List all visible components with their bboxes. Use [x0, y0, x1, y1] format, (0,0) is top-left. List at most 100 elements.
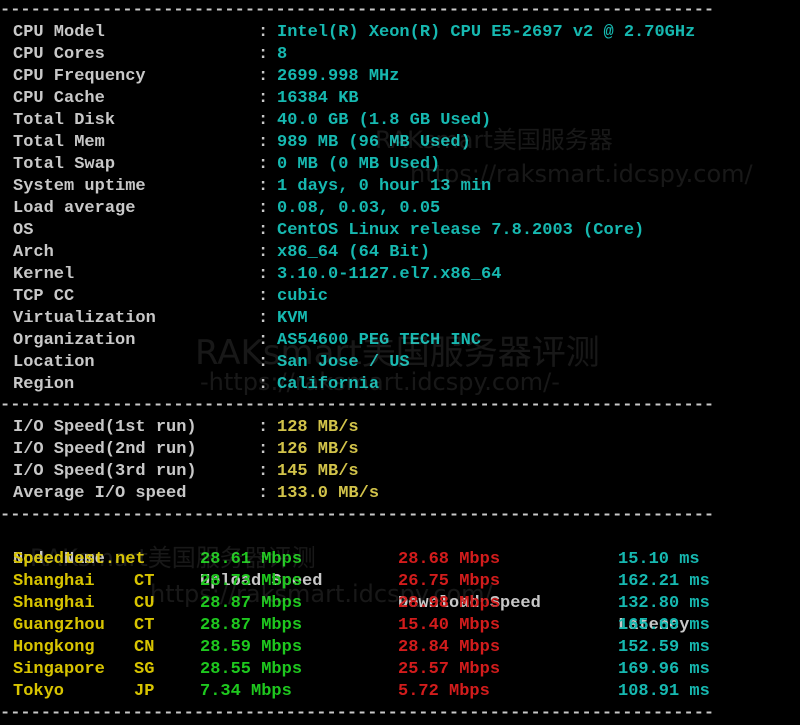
terminal-window: ----------------------------------------… [0, 0, 800, 723]
system-info-value: AS54600 PEG TECH INC [277, 331, 482, 350]
speedtest-node-name: Singapore [13, 660, 105, 679]
system-info-value: CentOS Linux release 7.8.2003 (Core) [277, 221, 645, 240]
system-info-label: Location [13, 353, 95, 372]
colon-separator: : [258, 375, 269, 394]
colon-separator: : [258, 45, 269, 64]
speedtest-node-location: SG [134, 660, 155, 679]
speedtest-header-row: Node Name Upload Speed Download Speed La… [13, 527, 689, 635]
speedtest-upload-value: 28.59 Mbps [200, 638, 303, 657]
speedtest-upload-value: 28.55 Mbps [200, 660, 303, 679]
speedtest-download-value: 5.72 Mbps [398, 682, 490, 701]
colon-separator: : [258, 23, 269, 42]
system-info-label: Load average [13, 199, 136, 218]
colon-separator: : [258, 287, 269, 306]
colon-separator: : [258, 133, 269, 152]
colon-separator: : [258, 440, 269, 459]
system-info-value: 0.08, 0.03, 0.05 [277, 199, 441, 218]
speedtest-latency-value: 132.80 ms [618, 594, 710, 613]
system-info-label: Arch [13, 243, 54, 262]
colon-separator: : [258, 111, 269, 130]
system-info-value: California [277, 375, 380, 394]
io-speed-value: 145 MB/s [277, 462, 359, 481]
speedtest-upload-value: 28.87 Mbps [200, 616, 303, 635]
system-info-value: 2699.998 MHz [277, 67, 400, 86]
system-info-label: Region [13, 375, 75, 394]
system-info-label: Organization [13, 331, 136, 350]
colon-separator: : [258, 155, 269, 174]
speedtest-node-name: Shanghai [13, 594, 95, 613]
system-info-label: TCP CC [13, 287, 75, 306]
colon-separator: : [258, 309, 269, 328]
system-info-value: 3.10.0-1127.el7.x86_64 [277, 265, 502, 284]
system-info-label: OS [13, 221, 34, 240]
colon-separator: : [258, 177, 269, 196]
system-info-label: Total Disk [13, 111, 116, 130]
colon-separator: : [258, 89, 269, 108]
speedtest-upload-value: 28.87 Mbps [200, 594, 303, 613]
system-info-value: 989 MB (96 MB Used) [277, 133, 471, 152]
speedtest-upload-value: 28.61 Mbps [200, 550, 303, 569]
separator-io-speedtest: ----------------------------------------… [0, 506, 715, 525]
system-info-label: Total Swap [13, 155, 116, 174]
system-info-label: Kernel [13, 265, 75, 284]
speedtest-node-location: CU [134, 594, 155, 613]
system-info-value: KVM [277, 309, 308, 328]
speedtest-download-value: 28.98 Mbps [398, 594, 501, 613]
system-info-value: San Jose / US [277, 353, 410, 372]
speedtest-node-location: CT [134, 572, 155, 591]
system-info-value: cubic [277, 287, 329, 306]
speedtest-node-location: CN [134, 638, 155, 657]
system-info-label: Virtualization [13, 309, 156, 328]
speedtest-node-name: Hongkong [13, 638, 95, 657]
speedtest-node-name: Shanghai [13, 572, 95, 591]
system-info-value: x86_64 (64 Bit) [277, 243, 431, 262]
speedtest-node-name: Speedtest.net [13, 550, 146, 569]
speedtest-node-name: Tokyo [13, 682, 65, 701]
speedtest-node-name: Guangzhou [13, 616, 105, 635]
speedtest-upload-value: 28.73 Mbps [200, 572, 303, 591]
colon-separator: : [258, 462, 269, 481]
speedtest-latency-value: 165.69 ms [618, 616, 710, 635]
system-info-value: 40.0 GB (1.8 GB Used) [277, 111, 492, 130]
speedtest-latency-value: 152.59 ms [618, 638, 710, 657]
io-speed-label: Average I/O speed [13, 484, 187, 503]
system-info-value: Intel(R) Xeon(R) CPU E5-2697 v2 @ 2.70GH… [277, 23, 696, 42]
separator-top: ----------------------------------------… [0, 1, 715, 20]
io-speed-value: 128 MB/s [277, 418, 359, 437]
speedtest-latency-value: 15.10 ms [618, 550, 700, 569]
colon-separator: : [258, 353, 269, 372]
io-speed-label: I/O Speed(2nd run) [13, 440, 197, 459]
system-info-value: 16384 KB [277, 89, 359, 108]
speedtest-download-value: 26.75 Mbps [398, 572, 501, 591]
speedtest-latency-value: 162.21 ms [618, 572, 710, 591]
colon-separator: : [258, 67, 269, 86]
system-info-value: 1 days, 0 hour 13 min [277, 177, 492, 196]
system-info-label: CPU Cores [13, 45, 105, 64]
separator-bottom: ----------------------------------------… [0, 704, 715, 723]
colon-separator: : [258, 199, 269, 218]
io-speed-value: 133.0 MB/s [277, 484, 380, 503]
speedtest-node-location: JP [134, 682, 155, 701]
io-speed-value: 126 MB/s [277, 440, 359, 459]
system-info-label: CPU Model [13, 23, 105, 42]
speedtest-download-value: 25.57 Mbps [398, 660, 501, 679]
io-speed-label: I/O Speed(3rd run) [13, 462, 197, 481]
colon-separator: : [258, 484, 269, 503]
colon-separator: : [258, 265, 269, 284]
colon-separator: : [258, 243, 269, 262]
colon-separator: : [258, 221, 269, 240]
system-info-label: CPU Frequency [13, 67, 146, 86]
speedtest-latency-value: 169.96 ms [618, 660, 710, 679]
speedtest-download-value: 28.68 Mbps [398, 550, 501, 569]
system-info-label: CPU Cache [13, 89, 105, 108]
speedtest-node-location: CT [134, 616, 155, 635]
io-speed-label: I/O Speed(1st run) [13, 418, 197, 437]
system-info-label: Total Mem [13, 133, 105, 152]
speedtest-latency-value: 108.91 ms [618, 682, 710, 701]
system-info-value: 0 MB (0 MB Used) [277, 155, 441, 174]
speedtest-download-value: 28.84 Mbps [398, 638, 501, 657]
system-info-label: System uptime [13, 177, 146, 196]
speedtest-upload-value: 7.34 Mbps [200, 682, 292, 701]
colon-separator: : [258, 331, 269, 350]
system-info-value: 8 [277, 45, 288, 64]
